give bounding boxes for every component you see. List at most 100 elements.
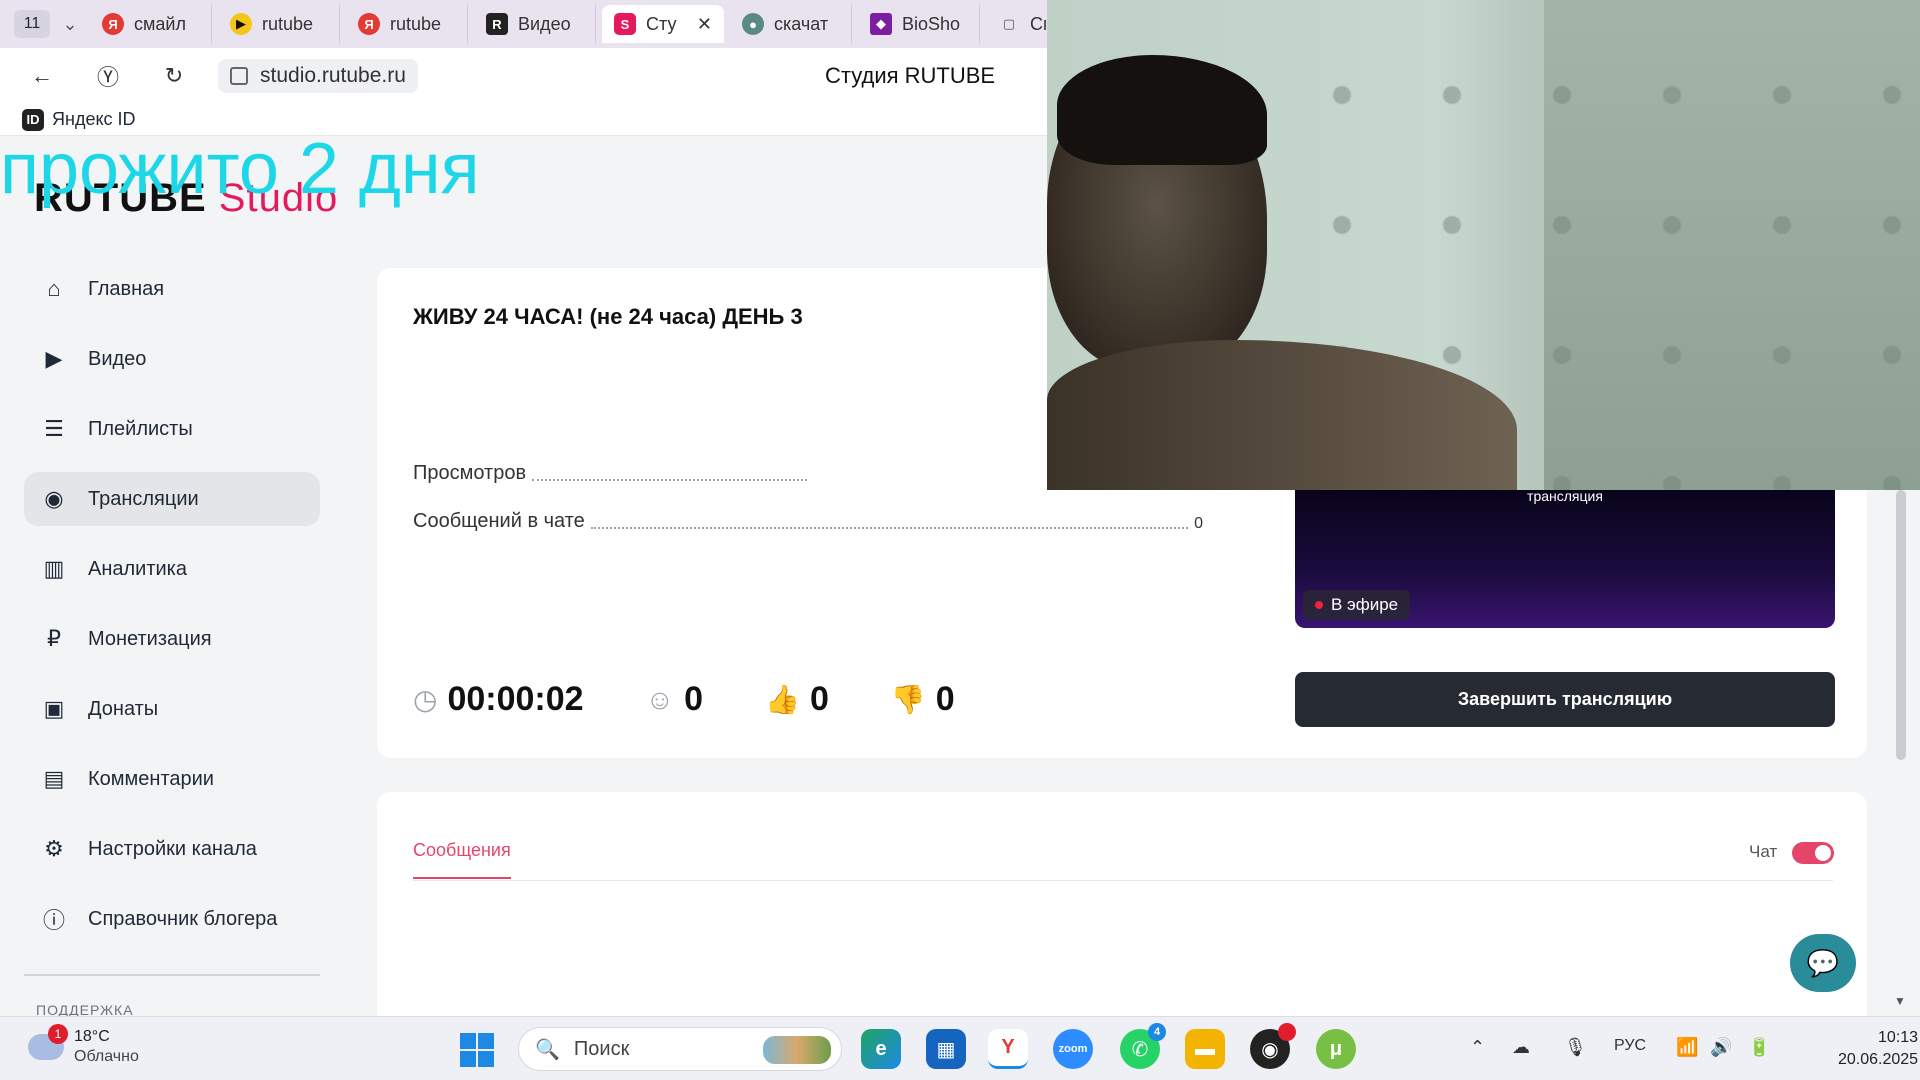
tab-messages[interactable]: Сообщения — [413, 840, 511, 879]
cloud-icon: 1 — [28, 1024, 68, 1060]
sidebar-item-label: Монетизация — [88, 627, 212, 650]
home-icon: ⌂ — [47, 276, 61, 301]
sidebar-item-label: Главная — [88, 277, 165, 300]
preview-caption: трансляция — [1527, 488, 1603, 504]
tab-label: rutube — [390, 13, 442, 34]
browser-tab[interactable]: Яrutube — [346, 5, 468, 43]
viewers-value: 0 — [684, 680, 704, 718]
obs-icon[interactable]: ◉ — [1250, 1023, 1296, 1069]
browser-tab[interactable]: ▢ Сп — [986, 5, 1046, 43]
overlay-text: прожито 2 дня — [0, 129, 480, 209]
clock-time: 10:13 — [1878, 1029, 1919, 1046]
sidebar-item-home[interactable]: ⌂ Главная — [24, 262, 320, 316]
lock-icon[interactable] — [230, 67, 248, 85]
windows-taskbar: 1 18°C Облачно 🔍 Поиск e ▦ Y zoom ✆ 4 ▬ ◉ … — [0, 1016, 1920, 1080]
utorrent-icon[interactable]: μ — [1316, 1029, 1356, 1069]
studio-icon: S — [614, 13, 636, 35]
rutube-icon: ▶ — [230, 13, 252, 35]
views-stat: Просмотров — [413, 462, 813, 485]
windows-start-icon[interactable] — [460, 1033, 494, 1067]
volume-icon[interactable]: 🔊 — [1710, 1037, 1732, 1058]
sidebar-item-label: Трансляции — [88, 487, 199, 510]
rutube-r-icon: R — [486, 13, 508, 35]
stream-preview[interactable]: трансляция В эфире — [1295, 488, 1835, 628]
search-placeholder: Поиск — [573, 1037, 630, 1060]
stream-title: ЖИВУ 24 ЧАСА! (не 24 часа) ДЕНЬ 3 — [413, 304, 803, 329]
weather-widget[interactable]: 1 18°C Облачно — [28, 1024, 139, 1067]
broadcast-icon: ◉ — [44, 486, 64, 511]
likes-counter: 👍 0 — [765, 680, 829, 719]
chat-card: Сообщения Чат — [377, 792, 1867, 1032]
info-icon: ⓘ — [42, 908, 65, 933]
weather-temp: 18°C — [74, 1028, 110, 1045]
scroll-down-arrow-icon[interactable]: ▼ — [1894, 994, 1906, 1008]
sidebar: RUTUBE Studio ⌂ Главная ▶ Видео ☰ Плейлисты… — [0, 136, 345, 1018]
tab-label: BioSho — [902, 13, 961, 34]
viewer-icon: ☺ — [645, 683, 675, 715]
url-field[interactable]: studio.rutube.ru — [218, 59, 418, 93]
sidebar-item-comments[interactable]: ▤ Комментарии — [24, 752, 320, 806]
tab-label: Сту — [646, 13, 677, 34]
obs-badge — [1278, 1023, 1296, 1041]
page-title: Студия RUTUBE — [825, 63, 996, 88]
sidebar-item-donations[interactable]: ▣ Донаты — [24, 682, 320, 736]
browser-tab[interactable]: ● скачат — [730, 5, 852, 43]
sidebar-item-blogger-guide[interactable]: ⓘ Справочник блогера — [24, 892, 320, 946]
end-stream-button[interactable]: Завершить трансляцию — [1295, 672, 1835, 727]
whatsapp-icon[interactable]: ✆ 4 — [1120, 1023, 1166, 1069]
chevron-down-icon[interactable]: ⌄ — [56, 14, 84, 35]
edge-icon[interactable]: e — [861, 1029, 901, 1069]
taskbar-clock[interactable]: 10:13 20.06.2025 — [1838, 1027, 1918, 1071]
sidebar-item-video[interactable]: ▶ Видео — [24, 332, 320, 386]
viewers-counter: ☺ 0 — [646, 680, 704, 719]
dotted-leader — [532, 479, 807, 481]
browser-tab[interactable]: Ясмайл — [90, 5, 212, 43]
browser-tab-active[interactable]: S Сту ✕ — [602, 5, 724, 43]
browser-tab[interactable]: ◆ BioSho — [858, 5, 980, 43]
microsoft-store-icon[interactable]: ▦ — [926, 1029, 966, 1069]
webcam-overlay — [1047, 0, 1920, 490]
views-label: Просмотров — [413, 462, 527, 484]
stream-counters: ◷ 00:00:02 ☺ 0 👍 0 👎 0 — [413, 680, 1017, 719]
sidebar-item-channel-settings[interactable]: ⚙ Настройки канала — [24, 822, 320, 876]
chat-toggle[interactable] — [1792, 842, 1834, 864]
dislikes-counter: 👎 0 — [891, 680, 955, 719]
wifi-icon[interactable]: 📶 — [1676, 1037, 1698, 1058]
file-explorer-icon[interactable]: ▬ — [1185, 1029, 1225, 1069]
search-highlight-image — [763, 1036, 831, 1064]
zoom-icon[interactable]: zoom — [1053, 1029, 1093, 1069]
timer-counter: ◷ 00:00:02 — [413, 680, 584, 719]
browser-tab[interactable]: R Видео — [474, 5, 596, 43]
sidebar-menu: ⌂ Главная ▶ Видео ☰ Плейлисты ◉ Трансляции ▥… — [24, 262, 320, 962]
browser-tab[interactable]: ▶ rutube — [218, 5, 340, 43]
bookmark-yandex-id[interactable]: Яндекс ID — [52, 109, 136, 130]
yandex-browser-icon[interactable]: Y — [988, 1029, 1028, 1069]
gear-icon: ⚙ — [44, 836, 64, 861]
sidebar-item-broadcasts[interactable]: ◉ Трансляции — [24, 472, 320, 526]
sidebar-item-monetization[interactable]: ₽ Монетизация — [24, 612, 320, 666]
page-scrollbar[interactable] — [1896, 490, 1906, 760]
sidebar-item-playlists[interactable]: ☰ Плейлисты — [24, 402, 320, 456]
weather-desc: Облачно — [74, 1048, 139, 1065]
wallet-icon: ▣ — [43, 696, 65, 721]
dislikes-value: 0 — [935, 680, 955, 718]
tab-label: rutube — [262, 13, 314, 34]
microphone-icon[interactable]: 🎙 — [1564, 1037, 1587, 1058]
tab-count-button[interactable]: 11 — [14, 10, 50, 38]
sidebar-item-analytics[interactable]: ▥ Аналитика — [24, 542, 320, 596]
onedrive-error-icon[interactable]: ☁ — [1512, 1037, 1530, 1058]
language-indicator[interactable]: РУС — [1614, 1037, 1646, 1055]
support-chat-button[interactable]: 💬 — [1790, 934, 1856, 992]
taskbar-search[interactable]: 🔍 Поиск — [518, 1027, 842, 1071]
sidebar-item-label: Настройки канала — [88, 837, 257, 860]
battery-icon[interactable]: 🔋 — [1748, 1037, 1770, 1058]
sidebar-item-label: Комментарии — [88, 767, 214, 790]
close-icon[interactable]: ✕ — [697, 14, 712, 35]
yandex-home-icon[interactable]: Ⓨ — [86, 60, 130, 92]
chevron-up-icon[interactable]: ⌃ — [1470, 1037, 1485, 1058]
reload-icon[interactable]: ↻ — [152, 63, 196, 89]
yandex-icon: Я — [102, 13, 124, 35]
back-arrow-icon[interactable]: ← — [20, 63, 64, 89]
timer-value: 00:00:02 — [447, 680, 584, 718]
yandex-icon: Я — [358, 13, 380, 35]
